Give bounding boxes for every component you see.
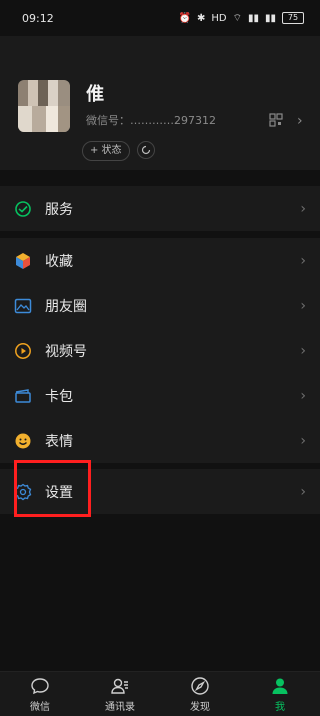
chevron-right-icon: › — [300, 342, 306, 359]
refresh-icon — [141, 145, 151, 155]
chevron-right-icon: › — [300, 200, 306, 217]
tab-label-discover: 发现 — [190, 701, 210, 713]
chevron-right-icon: › — [300, 252, 306, 269]
menu-item-moments[interactable]: 朋友圈 › — [0, 283, 320, 328]
menu-label-stickers: 表情 — [45, 433, 73, 450]
tab-label-me: 我 — [275, 701, 285, 713]
chevron-right-icon[interactable]: › — [297, 113, 303, 129]
tab-chats[interactable]: 微信 — [0, 672, 80, 716]
menu-label-cards: 卡包 — [45, 388, 73, 405]
favorites-icon — [16, 252, 30, 269]
menu-label-services: 服务 — [45, 201, 73, 218]
tab-label-contacts: 通讯录 — [105, 701, 135, 713]
status-time: 09:12 — [22, 11, 54, 25]
menu-label-favorites: 收藏 — [45, 253, 73, 270]
hd-icon: HD — [211, 12, 227, 24]
highlight-box — [14, 460, 91, 517]
menu-item-stickers[interactable]: 表情 › — [0, 418, 320, 463]
menu-item-cards[interactable]: 卡包 › — [0, 373, 320, 418]
alarm-icon: ⏰ — [178, 12, 191, 24]
profile-header[interactable]: 倠 微信号：…………297312 › — [0, 36, 320, 170]
wechat-id: 微信号：…………297312 — [86, 114, 216, 127]
add-status-button[interactable]: + 状态 — [82, 141, 130, 161]
menu-group-services: 服务 › — [0, 186, 320, 231]
bottom-tab-bar: 微信 通讯录 发现 我 — [0, 671, 320, 716]
card-wallet-icon — [15, 388, 31, 403]
compass-icon — [191, 676, 209, 695]
menu-label-channels: 视频号 — [45, 343, 87, 360]
contacts-icon — [111, 678, 128, 694]
chevron-right-icon: › — [300, 483, 306, 500]
menu-item-services[interactable]: 服务 › — [0, 186, 320, 231]
channels-icon — [15, 342, 31, 359]
nickname: 倠 — [86, 84, 104, 105]
tab-discover[interactable]: 发现 — [160, 672, 240, 716]
tab-me[interactable]: 我 — [240, 672, 320, 716]
status-bar: 09:12 ⏰ ✱ HD ⌔ ▮▮ ▮▮ 75 — [0, 0, 320, 36]
menu-item-favorites[interactable]: 收藏 › — [0, 238, 320, 283]
signal-icon: ▮▮ — [247, 12, 259, 24]
signal-icon-2: ▮▮ — [264, 12, 276, 24]
chevron-right-icon: › — [300, 432, 306, 449]
moments-icon — [14, 298, 32, 313]
menu-item-channels[interactable]: 视频号 › — [0, 328, 320, 373]
services-icon — [15, 200, 31, 217]
menu-label-moments: 朋友圈 — [45, 298, 87, 315]
status-icons: ⏰ ✱ HD ⌔ ▮▮ ▮▮ 75 — [178, 12, 304, 25]
chat-bubble-icon — [31, 677, 49, 694]
bluetooth-icon: ✱ — [196, 12, 206, 24]
battery-icon: 75 — [282, 12, 304, 24]
tab-label-chats: 微信 — [30, 701, 50, 713]
sticker-smile-icon — [15, 433, 31, 448]
qr-code-icon[interactable] — [269, 113, 283, 127]
chevron-right-icon: › — [300, 387, 306, 404]
avatar[interactable] — [18, 80, 70, 132]
menu-group-main: 收藏 › 朋友圈 › 视频号 › 卡包 › 表情 › — [0, 238, 320, 463]
person-icon — [272, 678, 288, 694]
wifi-icon: ⌔ — [232, 12, 242, 24]
chevron-right-icon: › — [300, 297, 306, 314]
refresh-status-button[interactable] — [137, 141, 155, 159]
tab-contacts[interactable]: 通讯录 — [80, 672, 160, 716]
